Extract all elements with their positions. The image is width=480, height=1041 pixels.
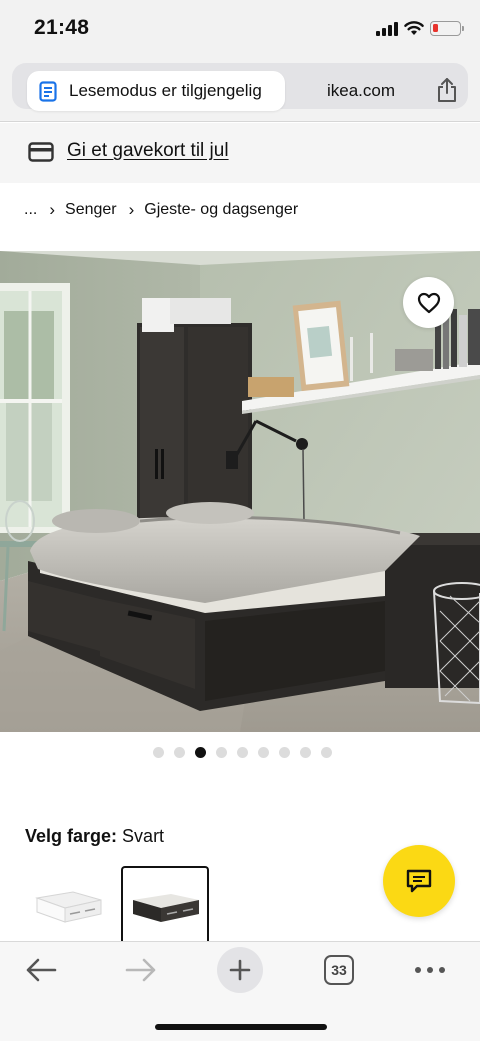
gift-card-icon xyxy=(28,142,54,162)
more-icon xyxy=(415,967,445,973)
battery-icon xyxy=(430,21,461,36)
image-carousel-dots xyxy=(153,747,332,758)
breadcrumb-item-gjeste-og-dagsenger[interactable]: Gjeste- og dagsenger xyxy=(144,201,298,219)
product-image[interactable] xyxy=(0,251,480,732)
forward-arrow-icon xyxy=(125,958,156,982)
url-domain[interactable]: ikea.com xyxy=(327,81,395,101)
forward-button[interactable] xyxy=(122,956,160,984)
carousel-dot[interactable] xyxy=(153,747,164,758)
carousel-dot[interactable] xyxy=(195,747,206,758)
back-arrow-icon xyxy=(26,958,57,982)
heart-icon xyxy=(417,292,440,313)
browser-address-area: Lesemodus er tilgjengelig ikea.com xyxy=(0,58,480,122)
chat-button[interactable] xyxy=(383,845,455,917)
carousel-dot[interactable] xyxy=(174,747,185,758)
color-label-prefix: Velg farge: xyxy=(25,826,118,846)
cellular-signal-icon xyxy=(376,22,398,36)
plus-icon xyxy=(229,959,251,981)
carousel-dot[interactable] xyxy=(321,747,332,758)
carousel-dot[interactable] xyxy=(300,747,311,758)
black-bed-thumbnail xyxy=(133,894,199,922)
favorite-button[interactable] xyxy=(403,277,454,328)
browser-toolbar: 33 xyxy=(0,941,480,1041)
white-bed-thumbnail xyxy=(35,891,102,923)
new-tab-button[interactable] xyxy=(217,947,263,993)
carousel-dot[interactable] xyxy=(216,747,227,758)
back-button[interactable] xyxy=(22,956,60,984)
address-bar[interactable]: Lesemodus er tilgjengelig ikea.com xyxy=(12,63,468,111)
status-time: 21:48 xyxy=(34,16,90,39)
reader-mode-text: Lesemodus er tilgjengelig xyxy=(69,81,262,100)
breadcrumb-separator: › xyxy=(128,200,135,219)
carousel-dot[interactable] xyxy=(237,747,248,758)
battery-level xyxy=(433,24,438,32)
carousel-dot[interactable] xyxy=(279,747,290,758)
color-swatch-white[interactable] xyxy=(25,870,113,944)
color-swatch-black[interactable] xyxy=(121,866,209,942)
share-icon[interactable] xyxy=(436,77,458,103)
breadcrumb-item-ellipsis[interactable]: ... xyxy=(24,201,37,219)
tabs-button[interactable]: 33 xyxy=(324,955,354,985)
gift-card-link[interactable]: Gi et gavekort til jul xyxy=(67,140,229,162)
reader-mode-icon xyxy=(39,81,57,102)
color-selection-label: Velg farge: Svart xyxy=(25,826,164,847)
status-bar: 21:48 xyxy=(0,0,480,58)
wifi-icon xyxy=(404,21,424,35)
home-indicator xyxy=(155,1024,327,1030)
more-button[interactable] xyxy=(412,960,448,980)
breadcrumb-separator: › xyxy=(49,200,56,219)
breadcrumb-item-senger[interactable]: Senger xyxy=(65,201,117,219)
product-photo xyxy=(0,251,480,732)
chat-icon xyxy=(406,869,432,893)
reader-mode-button[interactable]: Lesemodus er tilgjengelig xyxy=(27,71,285,111)
battery-cap xyxy=(462,26,464,31)
promo-banner: Gi et gavekort til jul xyxy=(0,123,480,183)
carousel-dot[interactable] xyxy=(258,747,269,758)
selected-color: Svart xyxy=(122,826,165,846)
breadcrumb: ... › Senger › Gjeste- og dagsenger xyxy=(24,199,298,221)
